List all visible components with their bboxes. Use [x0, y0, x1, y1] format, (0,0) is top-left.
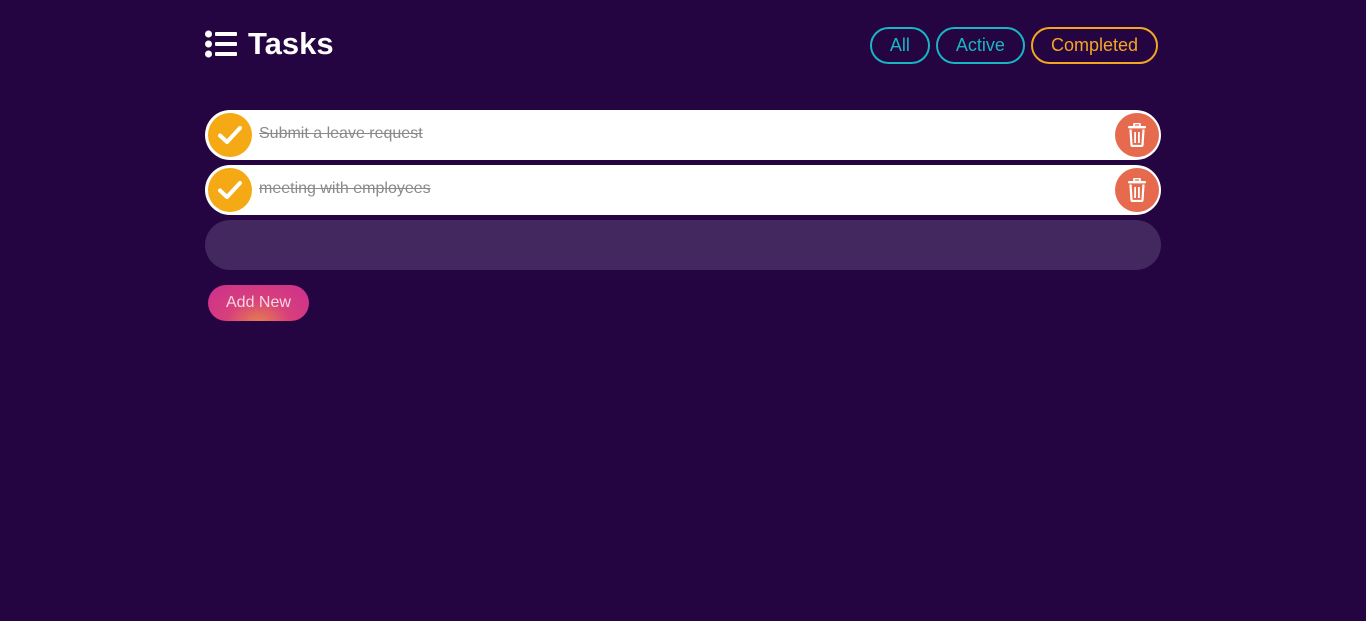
list-icon [205, 30, 238, 58]
task-item: meeting with employees [205, 165, 1161, 215]
task-list: Submit a leave request meeting with empl… [205, 110, 1161, 220]
trash-icon[interactable] [1115, 168, 1159, 212]
check-icon[interactable] [208, 168, 252, 212]
new-task-input[interactable] [205, 220, 1161, 270]
filter-group: All Active Completed [869, 27, 1158, 64]
check-icon[interactable] [208, 113, 252, 157]
task-item: Submit a leave request [205, 110, 1161, 160]
task-app: Tasks All Active Completed Submit a leav… [205, 0, 1161, 321]
trash-icon[interactable] [1115, 113, 1159, 157]
add-new-button[interactable]: Add New [208, 285, 309, 321]
filter-all-button[interactable]: All [869, 27, 930, 64]
task-text: Submit a leave request [259, 125, 423, 142]
task-text: meeting with employees [259, 180, 431, 197]
brand: Tasks [205, 26, 334, 62]
header: Tasks All Active Completed [205, 0, 1161, 90]
filter-active-button[interactable]: Active [935, 27, 1025, 64]
page-title: Tasks [248, 26, 334, 61]
filter-completed-button[interactable]: Completed [1030, 27, 1158, 64]
